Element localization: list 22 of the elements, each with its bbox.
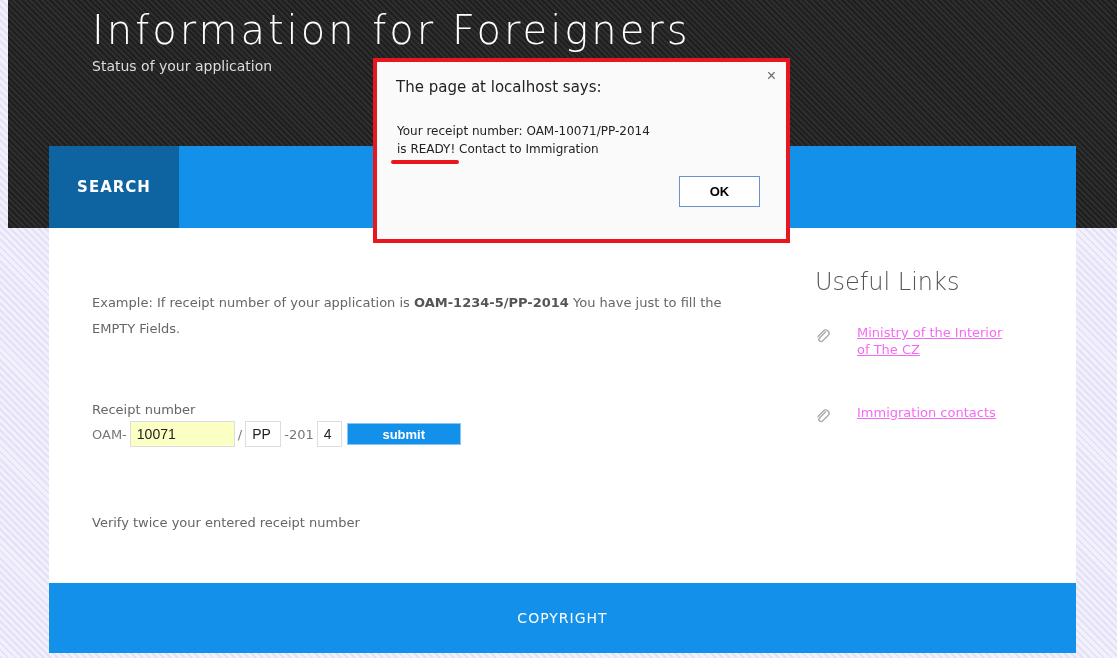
receipt-field[interactable]: 4 — [316, 421, 342, 447]
receipt-field[interactable]: 10071 — [129, 421, 235, 447]
receipt-field[interactable]: PP — [245, 421, 282, 447]
nav-tab[interactable]: SEARCH — [49, 146, 179, 228]
sidebar-title: Useful Links — [815, 268, 961, 296]
submit-button[interactable]: submit — [346, 423, 461, 445]
receipt-text: / — [237, 426, 243, 442]
ok-button[interactable]: OK — [679, 176, 760, 207]
receipt-text: -201 — [284, 426, 314, 442]
site-subtitle: Status of your application — [92, 58, 274, 74]
copyright-text: COPYRIGHT — [517, 610, 608, 626]
dialog-message: is READY! Contact to Immigration — [397, 141, 600, 158]
dialog-message: Your receipt number: OAM-10071/PP-2014 — [397, 123, 651, 140]
receipt-label: Receipt number — [92, 402, 197, 417]
receipt-text: OAM- — [92, 426, 127, 442]
note-text: Verify twice your entered receipt number — [92, 515, 361, 530]
site-title: Information for Foreigners — [92, 6, 692, 55]
example-text: Example: If receipt number of your application is OAM-1234-5/PP-2014 You have just to fill the EMPTY Fields. — [92, 294, 723, 338]
highlight-underline — [391, 160, 459, 164]
paperclip-icon — [815, 328, 831, 344]
paperclip-icon — [815, 408, 831, 424]
dialog-title: The page at localhost says: — [396, 78, 603, 96]
